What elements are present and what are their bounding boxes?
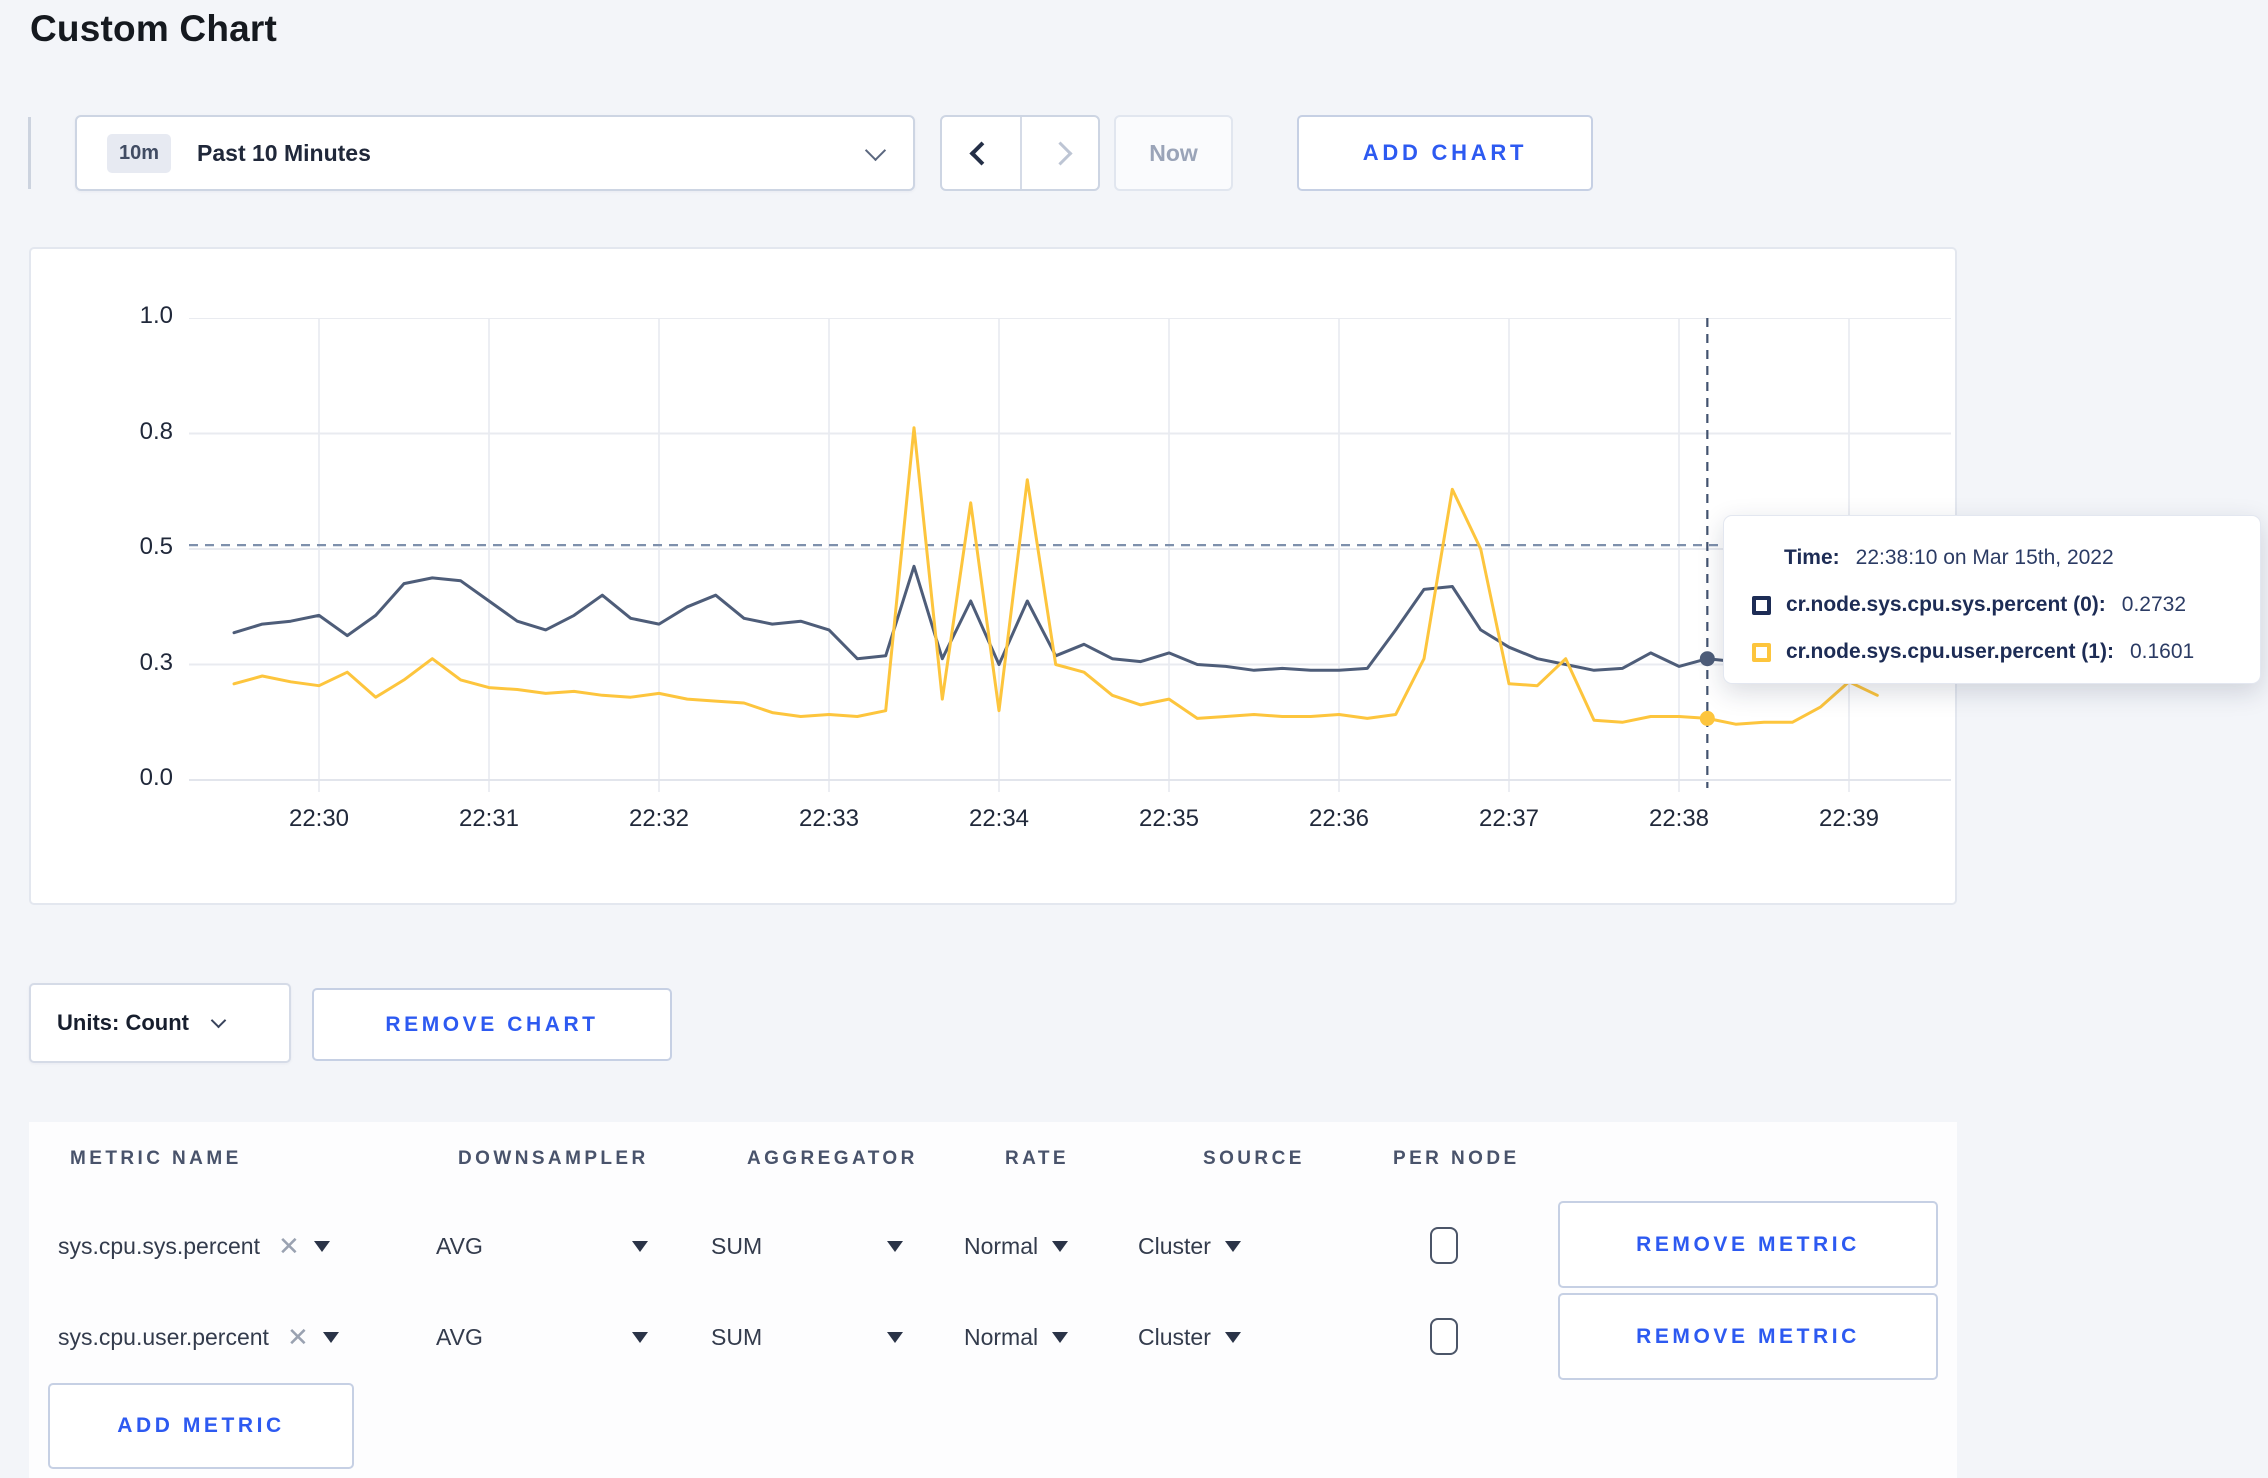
clear-metric-icon[interactable]: ✕ — [287, 1322, 309, 1353]
remove-chart-button[interactable]: REMOVE CHART — [312, 988, 672, 1061]
downsampler-value: AVG — [436, 1323, 483, 1350]
timeseries-plot[interactable] — [189, 318, 1951, 796]
previous-range-button[interactable] — [942, 117, 1020, 189]
units-label: Units: Count — [57, 1010, 189, 1035]
tooltip-series-label: cr.node.sys.cpu.sys.percent (0): — [1786, 593, 2106, 616]
clear-metric-icon[interactable]: ✕ — [278, 1231, 300, 1262]
aggregator-select[interactable]: SUM — [711, 1218, 903, 1274]
x-tick-label: 22:38 — [1648, 805, 1710, 832]
tooltip-series-label: cr.node.sys.cpu.user.percent (1): — [1786, 640, 2114, 663]
dropdown-arrow-icon — [1224, 1240, 1241, 1252]
units-selector[interactable]: Units: Count — [29, 983, 291, 1063]
rate-value: Normal — [964, 1232, 1039, 1259]
x-tick-label: 22:37 — [1478, 805, 1540, 832]
time-window-label: Past 10 Minutes — [197, 139, 371, 166]
dropdown-arrow-icon — [1224, 1331, 1241, 1343]
series-swatch-user — [1752, 642, 1771, 662]
chevron-right-icon — [1047, 140, 1073, 166]
chevron-down-icon — [864, 139, 887, 161]
page-title: Custom Chart — [30, 8, 278, 49]
y-tick-label: 0.8 — [139, 417, 173, 445]
x-tick-label: 22:36 — [1308, 805, 1370, 832]
chart-card: 0.0 0.3 0.5 0.8 1.0 22:30 22:31 22:32 22:33 22:3… — [29, 247, 2261, 905]
dropdown-arrow-icon — [887, 1240, 903, 1252]
rate-select[interactable]: Normal — [964, 1218, 1069, 1274]
chevron-down-icon — [210, 1012, 227, 1028]
toolbar-divider — [28, 117, 31, 189]
per-node-checkbox[interactable] — [1430, 1227, 1458, 1264]
metric-name-select[interactable]: sys.cpu.user.percent ✕ — [58, 1309, 339, 1365]
chevron-left-icon — [968, 140, 994, 166]
tooltip-time-label: Time: — [1784, 546, 1840, 569]
aggregator-select[interactable]: SUM — [711, 1309, 903, 1365]
series-swatch-sys — [1752, 595, 1771, 615]
tooltip-series-value: 0.2732 — [2121, 593, 2187, 616]
time-window-selector[interactable]: 10m Past 10 Minutes — [75, 115, 915, 191]
dropdown-arrow-icon — [887, 1331, 903, 1343]
dropdown-arrow-icon — [313, 1240, 330, 1252]
next-range-button[interactable] — [1020, 117, 1098, 189]
time-window-badge: 10m — [107, 133, 172, 173]
y-tick-label: 0.0 — [139, 764, 173, 791]
x-tick-label: 22:30 — [288, 805, 350, 832]
dropdown-arrow-icon — [1052, 1331, 1069, 1343]
dropdown-arrow-icon — [632, 1331, 648, 1343]
header-rate: RATE — [1005, 1148, 1069, 1169]
remove-metric-button[interactable]: REMOVE METRIC — [1558, 1201, 1938, 1288]
add-metric-button[interactable]: ADD METRIC — [48, 1383, 354, 1469]
metric-name-value: sys.cpu.user.percent — [58, 1323, 269, 1350]
y-tick-label: 0.5 — [139, 533, 173, 560]
dropdown-arrow-icon — [632, 1240, 648, 1252]
x-tick-label: 22:34 — [968, 805, 1030, 832]
downsampler-value: AVG — [436, 1232, 483, 1259]
header-source: SOURCE — [1203, 1148, 1305, 1169]
metric-name-value: sys.cpu.sys.percent — [58, 1232, 260, 1259]
remove-metric-button[interactable]: REMOVE METRIC — [1558, 1293, 1938, 1380]
x-tick-label: 22:39 — [1818, 805, 1880, 832]
rate-select[interactable]: Normal — [964, 1309, 1069, 1365]
source-select[interactable]: Cluster — [1138, 1218, 1241, 1274]
source-value: Cluster — [1138, 1232, 1211, 1259]
add-chart-button[interactable]: ADD CHART — [1297, 115, 1593, 191]
dropdown-arrow-icon — [322, 1331, 339, 1343]
x-tick-label: 22:32 — [628, 805, 690, 832]
tooltip-series-value: 0.1601 — [2129, 640, 2195, 663]
downsampler-select[interactable]: AVG — [436, 1218, 648, 1274]
header-per-node: PER NODE — [1393, 1148, 1520, 1169]
aggregator-value: SUM — [711, 1232, 763, 1259]
y-tick-label: 1.0 — [139, 302, 173, 329]
aggregator-value: SUM — [711, 1323, 763, 1350]
source-select[interactable]: Cluster — [1138, 1309, 1241, 1365]
header-aggregator: AGGREGATOR — [747, 1148, 918, 1169]
x-tick-label: 22:31 — [458, 805, 520, 832]
header-metric-name: METRIC NAME — [70, 1148, 242, 1169]
metric-name-select[interactable]: sys.cpu.sys.percent ✕ — [58, 1218, 330, 1274]
downsampler-select[interactable]: AVG — [436, 1309, 648, 1365]
tooltip-time-value: 22:38:10 on Mar 15th, 2022 — [1855, 546, 2114, 569]
chart-hover-tooltip: Time: 22:38:10 on Mar 15th, 2022 cr.node… — [1723, 515, 2261, 684]
x-tick-label: 22:35 — [1138, 805, 1200, 832]
x-tick-label: 22:33 — [798, 805, 860, 832]
dropdown-arrow-icon — [1052, 1240, 1069, 1252]
y-tick-label: 0.3 — [139, 648, 173, 676]
per-node-checkbox[interactable] — [1430, 1318, 1458, 1355]
metrics-table: METRIC NAME DOWNSAMPLER AGGREGATOR RATE … — [29, 1122, 1957, 1478]
source-value: Cluster — [1138, 1323, 1211, 1350]
now-button[interactable]: Now — [1114, 115, 1233, 191]
rate-value: Normal — [964, 1323, 1039, 1350]
time-range-pager — [940, 115, 1100, 191]
header-downsampler: DOWNSAMPLER — [458, 1148, 649, 1169]
